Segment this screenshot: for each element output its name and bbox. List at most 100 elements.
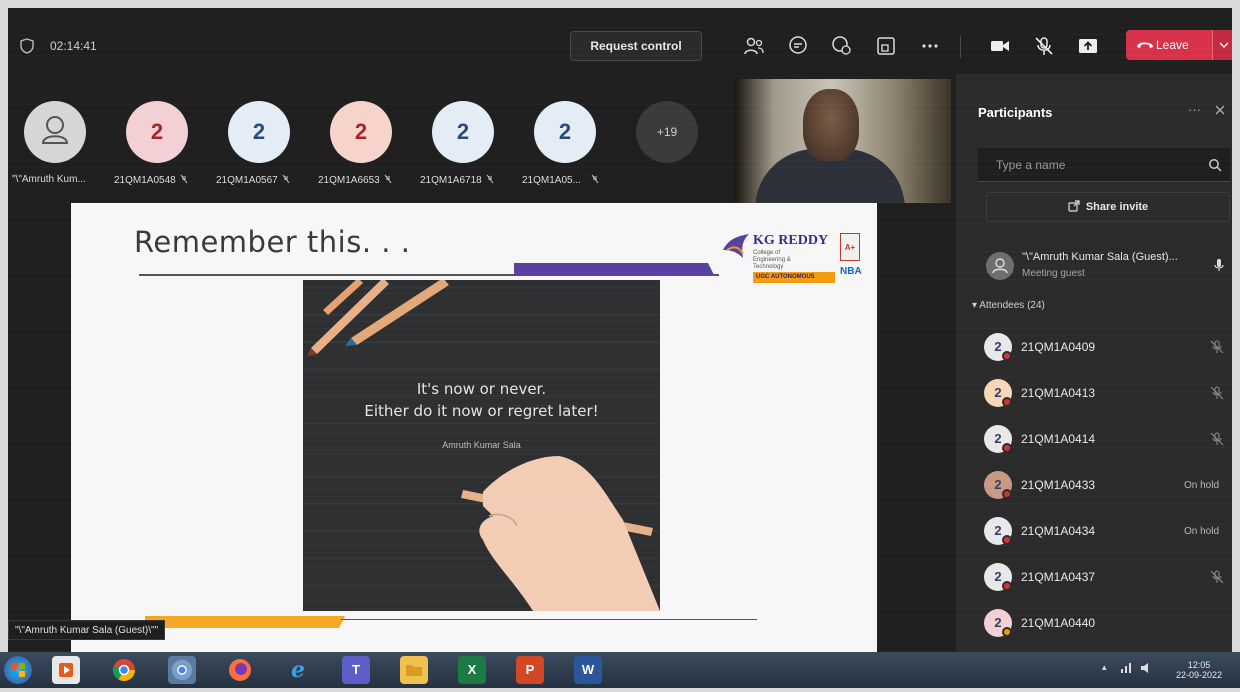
mic-muted-icon: [180, 174, 188, 184]
file-explorer-icon[interactable]: [400, 656, 428, 684]
more-participants-button[interactable]: +19: [636, 101, 698, 163]
clock-date: 22-09-2022: [1176, 670, 1223, 680]
firefox-icon[interactable]: [226, 656, 254, 684]
share-invite-label: Share invite: [1085, 201, 1149, 213]
shield-icon: [20, 38, 34, 54]
attendee-row[interactable]: 2 21QM1A0414: [984, 425, 1230, 455]
leave-dropdown-button[interactable]: [1212, 30, 1232, 60]
teams-meeting-window: 02:14:41 Request control Leave "\"Amruth…: [8, 8, 1232, 658]
leave-button[interactable]: Leave: [1126, 30, 1212, 60]
logo-badge: UGC AUTONOMOUS: [753, 272, 835, 283]
slide-title-accent: [514, 263, 714, 275]
slide-bottom-accent: [145, 616, 345, 628]
leave-label: Leave: [1156, 38, 1189, 52]
participant-search-input[interactable]: [978, 148, 1198, 182]
internet-explorer-icon[interactable]: e: [284, 656, 312, 684]
quote-line-1: It's now or never.: [416, 380, 547, 398]
teams-icon[interactable]: T: [342, 656, 370, 684]
toolbar-divider: [960, 36, 961, 58]
panel-title: Participants: [978, 105, 1053, 120]
quote-line-2: Either do it now or regret later!: [364, 402, 599, 420]
chrome-icon[interactable]: [110, 656, 138, 684]
system-clock[interactable]: 12:05 22-09-2022: [1176, 660, 1222, 680]
presence-dot: [1002, 627, 1012, 637]
close-icon[interactable]: [1214, 104, 1226, 116]
person-icon: [41, 116, 69, 144]
slide-title: Remember this. . .: [134, 225, 411, 259]
mic-muted-icon: [591, 174, 599, 184]
media-player-icon[interactable]: [52, 656, 80, 684]
shared-slide: Remember this. . . KG REDDY College of E…: [71, 203, 877, 653]
person-icon: [992, 258, 1008, 274]
attendee-row[interactable]: 2 21QM1A0437: [984, 563, 1230, 593]
reactions-icon[interactable]: [830, 34, 854, 58]
naac-grade: A+: [844, 243, 856, 252]
logo-subtitle: College of Engineering & Technology: [753, 250, 791, 270]
attendee-name: 21QM1A0437: [1021, 570, 1096, 584]
start-button[interactable]: [4, 656, 32, 684]
people-icon[interactable]: [742, 34, 766, 58]
powerpoint-icon[interactable]: P: [516, 656, 544, 684]
mic-icon[interactable]: [1214, 258, 1224, 272]
panel-more-options-icon[interactable]: ···: [1188, 102, 1201, 117]
avatar-participant[interactable]: 2: [432, 101, 494, 163]
presence-dot: [1002, 351, 1012, 361]
avatar-guest[interactable]: [24, 101, 86, 163]
attendee-name: 21QM1A0434: [1021, 524, 1096, 538]
clock-time: 12:05: [1187, 660, 1211, 670]
excel-icon[interactable]: X: [458, 656, 486, 684]
avatar-name: 21QM1A05...: [522, 174, 599, 186]
avatar-name: "\"Amruth Kum...: [12, 174, 86, 185]
mic-muted-icon: [1210, 432, 1224, 446]
word-icon[interactable]: W: [574, 656, 602, 684]
attendee-name: 21QM1A0414: [1021, 432, 1096, 446]
avatar-participant[interactable]: 2: [228, 101, 290, 163]
attendee-row[interactable]: 2 21QM1A0440: [984, 609, 1230, 639]
share-screen-icon[interactable]: [1076, 34, 1100, 58]
attendee-status: On hold: [1184, 480, 1220, 491]
avatar-name: 21QM1A6653: [318, 174, 392, 186]
mic-muted-icon: [1210, 340, 1224, 354]
chat-icon[interactable]: [786, 34, 810, 58]
attendee-name: 21QM1A0409: [1021, 340, 1096, 354]
attendee-row[interactable]: 2 21QM1A0434 On hold: [984, 517, 1230, 547]
phone-hangup-icon: [1137, 42, 1153, 48]
attendees-header[interactable]: ▾ Attendees (24): [972, 300, 1045, 311]
network-icon[interactable]: [1120, 662, 1132, 674]
avatar-participant[interactable]: 2: [126, 101, 188, 163]
camera-icon[interactable]: [988, 34, 1012, 58]
mic-muted-icon: [486, 174, 494, 184]
search-icon[interactable]: [1208, 158, 1222, 172]
share-invite-button[interactable]: Share invite: [986, 192, 1230, 222]
guest-role: Meeting guest: [1022, 268, 1085, 279]
mic-muted-icon: [282, 174, 290, 184]
windows-taskbar: e T X P W ▴ 12:05 22-09-2022: [0, 652, 1240, 688]
logo-name: KG REDDY: [753, 233, 829, 248]
attendee-row[interactable]: 2 21QM1A0433 On hold: [984, 471, 1230, 501]
presence-dot: [1002, 443, 1012, 453]
tray-overflow-icon[interactable]: ▴: [1102, 662, 1107, 673]
rooms-icon[interactable]: [874, 34, 898, 58]
presence-dot: [1002, 581, 1012, 591]
attendee-name: 21QM1A0413: [1021, 386, 1096, 400]
share-icon: [1068, 200, 1080, 212]
avatar-participant[interactable]: 2: [330, 101, 392, 163]
request-control-button[interactable]: Request control: [570, 31, 702, 61]
mic-muted-icon[interactable]: [1032, 34, 1056, 58]
participant-search: [978, 148, 1230, 182]
chevron-down-icon: [1219, 42, 1229, 49]
attendee-row[interactable]: 2 21QM1A0413: [984, 379, 1230, 409]
windows-logo-icon: [11, 663, 25, 677]
avatar-name: 21QM1A6718: [420, 174, 494, 186]
more-options-icon[interactable]: [918, 34, 942, 58]
guest-name: "\"Amruth Kumar Sala (Guest)...: [1022, 251, 1178, 263]
mic-muted-icon: [1210, 386, 1224, 400]
volume-icon[interactable]: [1140, 662, 1152, 674]
meeting-timer: 02:14:41: [50, 39, 97, 53]
avatar-name: 21QM1A0567: [216, 174, 290, 186]
avatar-participant[interactable]: 2: [534, 101, 596, 163]
video-tile-presenter[interactable]: [735, 79, 951, 203]
chrome-active-icon[interactable]: [168, 656, 196, 684]
attendee-row[interactable]: 2 21QM1A0409: [984, 333, 1230, 363]
bird-logo-icon: [723, 234, 749, 258]
